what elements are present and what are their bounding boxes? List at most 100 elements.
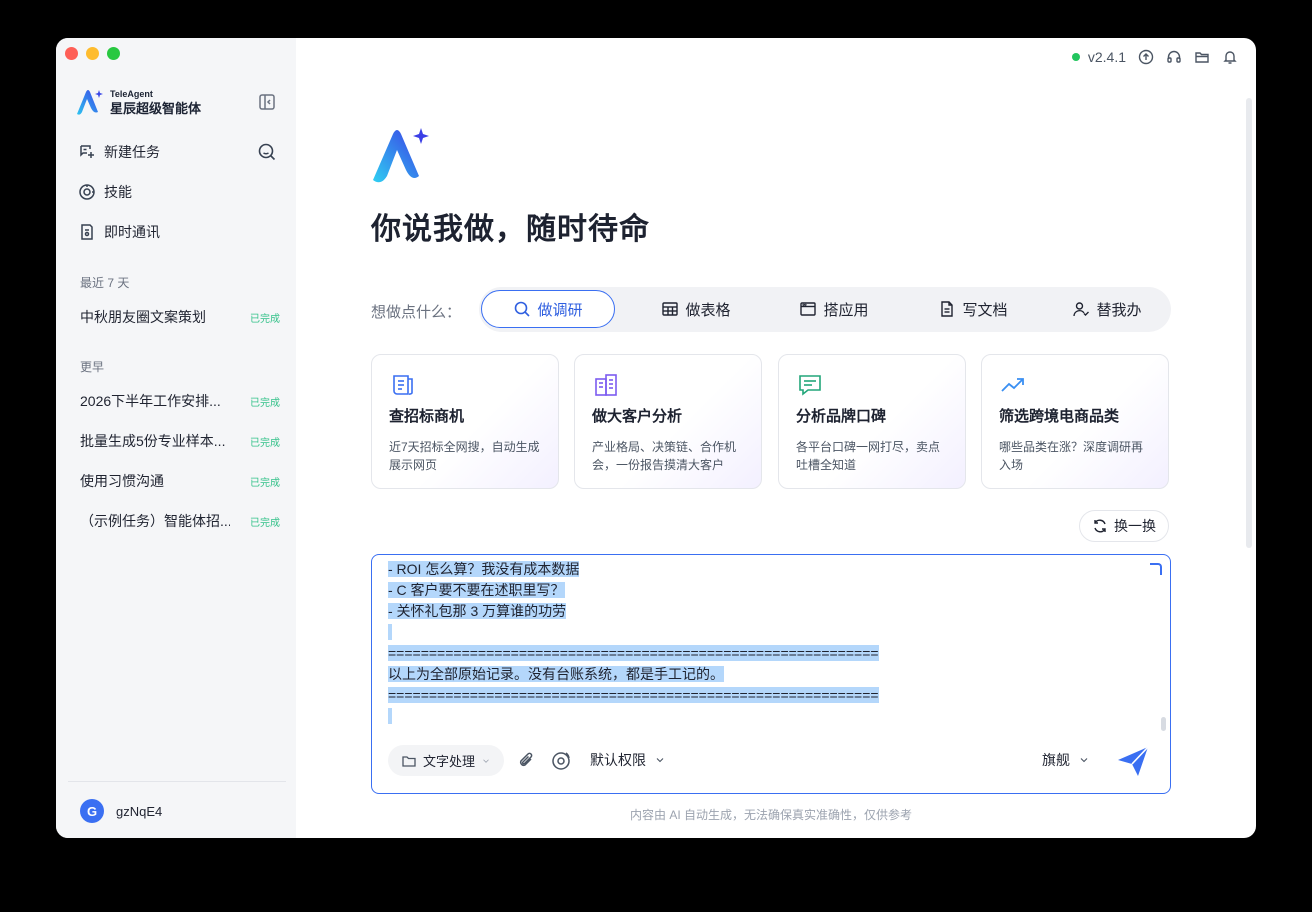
bid-icon (393, 375, 413, 395)
input-line (388, 624, 392, 640)
tab-delegate[interactable]: 替我办 (1040, 290, 1174, 328)
folder-icon[interactable] (1194, 49, 1210, 65)
trend-icon (1001, 378, 1024, 392)
tab-table[interactable]: 做表格 (629, 290, 763, 328)
topbar: v2.4.1 (1071, 49, 1238, 65)
history-item[interactable]: 2026下半年工作安排... 已完成 (80, 391, 280, 411)
mode-select[interactable]: 文字处理 (388, 745, 504, 776)
model-label: 旗舰 (1042, 752, 1070, 768)
camera-lens-icon[interactable] (550, 750, 572, 772)
tab-label: 搭应用 (823, 301, 869, 319)
history-item[interactable]: 批量生成5份专业样本... 已完成 (80, 431, 280, 451)
tab-research[interactable]: 做调研 (481, 290, 615, 328)
sidebar: TeleAgent 星辰超级智能体 新建任务 技能 即时通讯 最近 7 天 中秋… (56, 38, 296, 838)
card-title: 查招标商机 (389, 408, 465, 425)
minimize-window-button[interactable] (86, 47, 99, 60)
history-item-title: 批量生成5份专业样本... (80, 433, 226, 449)
sidebar-item-chat[interactable]: 即时通讯 (78, 222, 160, 242)
earlier-section-title: 更早 (80, 360, 105, 374)
online-status-dot (1071, 53, 1080, 61)
attach-icon[interactable] (516, 750, 538, 772)
chevron-down-icon (483, 758, 489, 763)
brand: TeleAgent 星辰超级智能体 (74, 88, 201, 116)
history-item-title: 中秋朋友圈文案策划 (80, 309, 206, 325)
chat-icon (81, 224, 93, 240)
status-badge: 已完成 (250, 517, 280, 529)
brand-logo-icon (77, 90, 103, 115)
app-window-icon (800, 302, 817, 316)
input-line: 以上为全部原始记录。没有台账系统，都是手工记的。 (388, 666, 724, 682)
input-scrollbar[interactable] (1161, 717, 1166, 731)
sidebar-item-new-task[interactable]: 新建任务 (78, 142, 160, 162)
skill-icon (79, 184, 95, 200)
tab-label: 写文档 (962, 301, 1008, 319)
sidebar-item-label: 即时通讯 (104, 224, 160, 240)
document-icon (941, 301, 954, 317)
refresh-suggestions-button[interactable]: 换一换 (1079, 510, 1169, 542)
suggestion-card-brand[interactable]: 分析品牌口碑 各平台口碑一网打尽，卖点吐槽全知道 (778, 354, 966, 489)
permission-select[interactable]: 默认权限 (590, 750, 666, 770)
search-icon[interactable] (257, 142, 277, 162)
suggestion-card-client[interactable]: 做大客户分析 产业格局、决策链、合作机会，一份报告摸清大客户 (574, 354, 762, 489)
sidebar-item-label: 新建任务 (104, 144, 160, 160)
history-item[interactable]: 使用习惯沟通 已完成 (80, 471, 280, 491)
user-profile[interactable]: G gzNqE4 (80, 799, 162, 823)
input-toolbar: 文字处理 默认权限 旗舰 (388, 745, 1154, 777)
card-description: 近7天招标全网搜，自动生成展示网页 (389, 440, 540, 472)
prompt-input[interactable]: - ROI 怎么算？我没有成本数据 - C 客户要不要在述职里写？ - 关怀礼包… (371, 554, 1171, 794)
chevron-down-icon (1080, 758, 1088, 763)
username: gzNqE4 (116, 803, 163, 819)
history-item[interactable]: （示例任务）智能体招... 已完成 (80, 511, 280, 531)
main-scrollbar[interactable] (1246, 98, 1252, 548)
card-title: 筛选跨境电商品类 (999, 408, 1120, 425)
ai-disclaimer: 内容由 AI 自动生成，无法确保真实准确性，仅供参考 (629, 808, 912, 822)
sidebar-item-skills[interactable]: 技能 (78, 182, 132, 202)
ask-label: 想做点什么： (371, 304, 462, 321)
mode-label: 文字处理 (422, 754, 475, 769)
input-line: - C 客户要不要在述职里写？ (388, 582, 565, 598)
building-icon (595, 374, 617, 396)
sidebar-divider (68, 781, 286, 782)
new-task-icon (80, 145, 94, 158)
refresh-label: 换一换 (1114, 518, 1156, 534)
comment-icon (799, 375, 821, 396)
card-description: 产业格局、决策链、合作机会，一份报告摸清大客户 (592, 440, 737, 472)
app-window: TeleAgent 星辰超级智能体 新建任务 技能 即时通讯 最近 7 天 中秋… (56, 38, 1256, 838)
upload-icon[interactable] (1138, 49, 1154, 65)
status-badge: 已完成 (250, 437, 280, 449)
zoom-window-button[interactable] (107, 47, 120, 60)
model-select[interactable]: 旗舰 (1042, 750, 1090, 770)
suggestion-card-bid[interactable]: 查招标商机 近7天招标全网搜，自动生成展示网页 (371, 354, 559, 489)
tab-document[interactable]: 写文档 (906, 290, 1040, 328)
status-badge: 已完成 (250, 397, 280, 409)
page-title: 你说我做，随时待命 (371, 213, 650, 246)
send-icon[interactable] (1114, 742, 1152, 780)
status-badge: 已完成 (250, 313, 280, 325)
prompt-text-area[interactable]: - ROI 怎么算？我没有成本数据 - C 客户要不要在述职里写？ - 关怀礼包… (388, 559, 1148, 729)
history-item-title: 2026下半年工作安排... (80, 393, 221, 409)
close-window-button[interactable] (65, 47, 78, 60)
input-line (388, 708, 392, 724)
task-type-tabs: 做调研 做表格 搭应用 写文档 替我办 (479, 287, 1171, 332)
tab-label: 替我办 (1096, 301, 1142, 319)
bell-icon[interactable] (1222, 49, 1238, 65)
headset-icon[interactable] (1166, 49, 1182, 65)
window-controls (65, 47, 120, 60)
suggestion-card-ecommerce[interactable]: 筛选跨境电商品类 哪些品类在涨？深度调研再入场 (981, 354, 1169, 489)
input-line: - 关怀礼包那 3 万算谁的功劳 (388, 603, 567, 619)
status-badge: 已完成 (250, 477, 280, 489)
avatar: G (80, 799, 104, 823)
permission-label: 默认权限 (590, 752, 646, 768)
hero-logo-icon (373, 128, 429, 183)
folder-icon (402, 755, 416, 767)
table-icon (662, 302, 679, 316)
input-line: - ROI 怎么算？我没有成本数据 (388, 561, 580, 577)
version-label: v2.4.1 (1087, 49, 1126, 65)
expand-input-icon[interactable] (1150, 563, 1162, 575)
search-icon (515, 301, 531, 317)
recent-section-title: 最近 7 天 (80, 276, 130, 290)
tab-label: 做表格 (685, 301, 731, 319)
history-item[interactable]: 中秋朋友圈文案策划 已完成 (80, 307, 280, 327)
tab-app[interactable]: 搭应用 (767, 290, 901, 328)
sidebar-collapse-icon[interactable] (258, 93, 276, 111)
